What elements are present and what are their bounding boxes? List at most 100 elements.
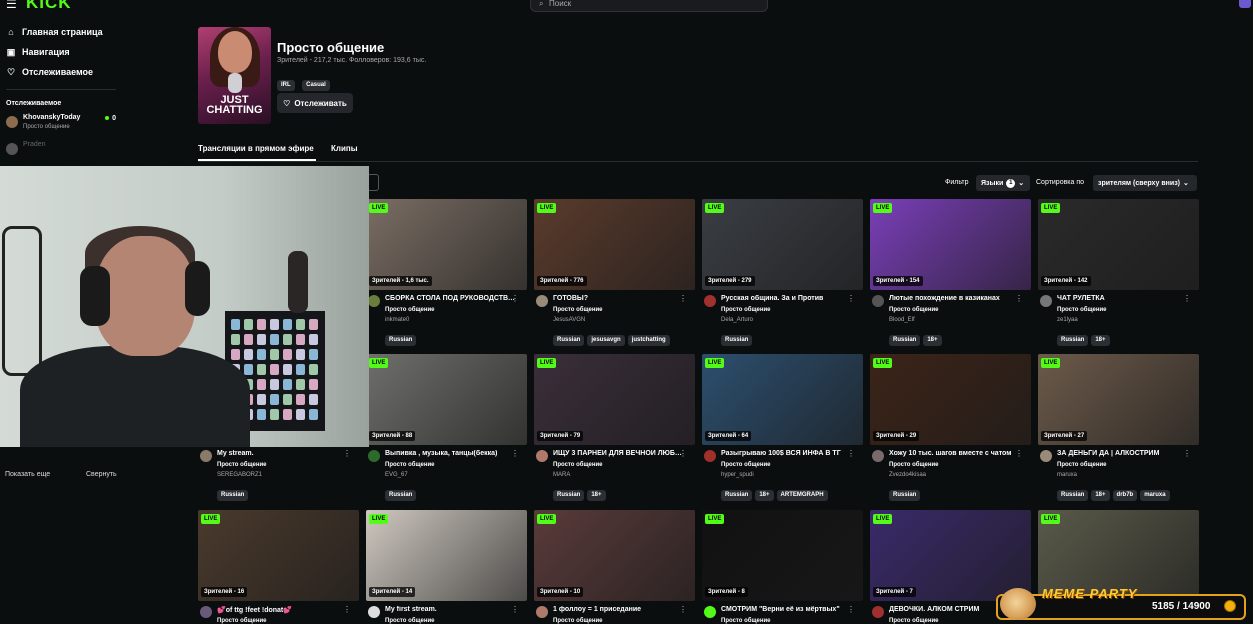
stream-thumbnail[interactable]: LIVE Зрителей - 154: [870, 199, 1031, 290]
stream-title[interactable]: ИЩУ 3 ПАРНЕЙ ДЛЯ ВЕЧНОЙ ЛЮБВИ: [553, 450, 683, 457]
more-options-icon[interactable]: ⋮: [343, 605, 351, 614]
stream-thumbnail[interactable]: LIVE Зрителей - 64: [702, 354, 863, 445]
stream-thumbnail[interactable]: LIVE Зрителей - 776: [534, 199, 695, 290]
stream-category[interactable]: Просто общение: [385, 462, 435, 468]
stream-title[interactable]: СБОРКА СТОЛА ПОД РУКОВОДСТВОМ: [385, 295, 515, 302]
tag[interactable]: Russian: [385, 490, 417, 501]
tag[interactable]: drb7b: [1112, 490, 1138, 501]
stream-card[interactable]: LIVE Зрителей - 64 Разыгрываю 100$ ВСЯ ИНФ…: [702, 354, 863, 504]
stream-title[interactable]: ЗА ДЕНЬГИ ДА | АЛКОСТРИМ: [1057, 450, 1187, 457]
stream-thumbnail[interactable]: LIVE Зрителей - 279: [702, 199, 863, 290]
stream-thumbnail[interactable]: LIVE Зрителей - 8: [702, 510, 863, 601]
tag[interactable]: Russian: [721, 490, 753, 501]
stream-title[interactable]: Лютые похождение в казиканах: [889, 295, 1019, 302]
stream-category[interactable]: Просто общение: [889, 618, 939, 624]
stream-username[interactable]: MARA: [553, 472, 570, 478]
avatar[interactable]: [536, 295, 548, 307]
stream-username[interactable]: Zvezdo4kisaa: [889, 472, 926, 478]
stream-category[interactable]: Просто общение: [1057, 307, 1107, 313]
stream-thumbnail[interactable]: LIVE Зрителей - 79: [534, 354, 695, 445]
tag[interactable]: IRL: [277, 80, 295, 91]
avatar[interactable]: [200, 606, 212, 618]
follow-category-button[interactable]: ♡ Отслеживать: [277, 93, 353, 113]
more-options-icon[interactable]: ⋮: [1015, 294, 1023, 303]
search-input[interactable]: ⌕ Поиск: [530, 0, 768, 12]
avatar[interactable]: [368, 606, 380, 618]
sort-dropdown[interactable]: зрителям (сверху вниз) ⌄: [1093, 175, 1197, 191]
stream-thumbnail[interactable]: LIVE Зрителей - 142: [1038, 199, 1199, 290]
kick-logo[interactable]: KICK: [26, 0, 72, 13]
stream-username[interactable]: maruxa: [1057, 472, 1077, 478]
more-options-icon[interactable]: ⋮: [1015, 449, 1023, 458]
stream-title[interactable]: My first stream.: [385, 606, 515, 613]
stream-category[interactable]: Просто общение: [385, 618, 435, 624]
more-options-icon[interactable]: ⋮: [511, 449, 519, 458]
stream-category[interactable]: Просто общение: [217, 618, 267, 624]
stream-category[interactable]: Просто общение: [553, 307, 603, 313]
stream-card[interactable]: LIVE Зрителей - 1,6 тыс. СБОРКА СТОЛА ПОД …: [366, 199, 527, 349]
stream-title[interactable]: Хожу 10 тыс. шагов вместе с чатом: [889, 450, 1019, 457]
stream-thumbnail[interactable]: LIVE Зрителей - 27: [1038, 354, 1199, 445]
stream-username[interactable]: Dela_Arturo: [721, 317, 753, 323]
stream-thumbnail[interactable]: LIVE Зрителей - 1,6 тыс.: [366, 199, 527, 290]
stream-username[interactable]: Blood_Elf: [889, 317, 915, 323]
stream-category[interactable]: Просто общение: [721, 618, 771, 624]
avatar[interactable]: [704, 450, 716, 462]
tag[interactable]: Russian: [553, 490, 585, 501]
stream-card[interactable]: LIVE Зрителей - 8 СМОТРИМ "Верни её из мёр…: [702, 510, 863, 624]
following-channel[interactable]: KhovanskyToday Просто общение 0: [6, 114, 116, 134]
stream-category[interactable]: Просто общение: [721, 307, 771, 313]
hamburger-icon[interactable]: ☰: [6, 0, 17, 11]
avatar[interactable]: [1040, 295, 1052, 307]
avatar[interactable]: [536, 450, 548, 462]
stream-card[interactable]: LIVE Зрителей - 27 ЗА ДЕНЬГИ ДА | АЛКОСТРИ…: [1038, 354, 1199, 504]
more-options-icon[interactable]: ⋮: [1183, 294, 1191, 303]
sidebar-item-following[interactable]: ♡ Отслеживаемое: [6, 65, 93, 79]
tag[interactable]: maruxa: [1140, 490, 1170, 501]
tag[interactable]: jesusavgn: [587, 335, 625, 346]
tab-clips[interactable]: Клипы: [331, 144, 358, 153]
sidebar-item-navigation[interactable]: ▣ Навигация: [6, 45, 70, 59]
languages-dropdown[interactable]: Языки 1 ⌄: [976, 175, 1030, 191]
sidebar-item-home[interactable]: ⌂ Главная страница: [6, 25, 102, 39]
user-avatar[interactable]: [1239, 0, 1251, 8]
tag[interactable]: 18+: [1091, 490, 1110, 501]
stream-category[interactable]: Просто общение: [553, 462, 603, 468]
stream-username[interactable]: inkmate0: [385, 317, 409, 323]
tag[interactable]: 18+: [755, 490, 774, 501]
stream-username[interactable]: JesusAVGN: [553, 317, 585, 323]
more-options-icon[interactable]: ⋮: [847, 605, 855, 614]
tab-live[interactable]: Трансляции в прямом эфире: [198, 144, 314, 153]
stream-title[interactable]: СМОТРИМ "Верни её из мёртвых": [721, 606, 851, 613]
show-more-button[interactable]: Показать еще: [5, 471, 50, 478]
more-options-icon[interactable]: ⋮: [847, 294, 855, 303]
tag[interactable]: justchatting: [627, 335, 670, 346]
stream-username[interactable]: ze1lyaa: [1057, 317, 1078, 323]
tag[interactable]: 18+: [587, 490, 606, 501]
stream-title[interactable]: ГОТОВЫ?: [553, 295, 683, 302]
stream-title[interactable]: Выпивка , музыка, танцы(бекка): [385, 450, 515, 457]
tag[interactable]: 18+: [923, 335, 942, 346]
stream-title[interactable]: Разыгрываю 100$ ВСЯ ИНФА В ТГ: [721, 450, 851, 457]
stream-card[interactable]: LIVE Зрителей - 16 💕of ttg !feet !donat💕 ⋮ П…: [198, 510, 359, 624]
stream-title[interactable]: 1 фоллоу = 1 приседание: [553, 606, 683, 613]
avatar[interactable]: [200, 450, 212, 462]
stream-thumbnail[interactable]: LIVE Зрителей - 16: [198, 510, 359, 601]
tag[interactable]: Russian: [889, 335, 921, 346]
stream-title[interactable]: Русская община. За и Против: [721, 295, 851, 302]
collapse-button[interactable]: Свернуть: [86, 471, 117, 478]
tag[interactable]: Russian: [889, 490, 921, 501]
stream-category[interactable]: Просто общение: [889, 307, 939, 313]
stream-card[interactable]: LIVE Зрителей - 10 1 фоллоу = 1 приседание…: [534, 510, 695, 624]
stream-category[interactable]: Просто общение: [553, 618, 603, 624]
stream-username[interactable]: EVG_67: [385, 472, 408, 478]
stream-thumbnail[interactable]: LIVE Зрителей - 29: [870, 354, 1031, 445]
stream-card[interactable]: LIVE Зрителей - 14 My first stream. ⋮ Просто…: [366, 510, 527, 624]
avatar[interactable]: [704, 295, 716, 307]
more-options-icon[interactable]: ⋮: [679, 449, 687, 458]
stream-thumbnail[interactable]: LIVE Зрителей - 10: [534, 510, 695, 601]
more-options-icon[interactable]: ⋮: [343, 449, 351, 458]
tag[interactable]: Russian: [1057, 335, 1089, 346]
avatar[interactable]: [368, 450, 380, 462]
avatar[interactable]: [704, 606, 716, 618]
